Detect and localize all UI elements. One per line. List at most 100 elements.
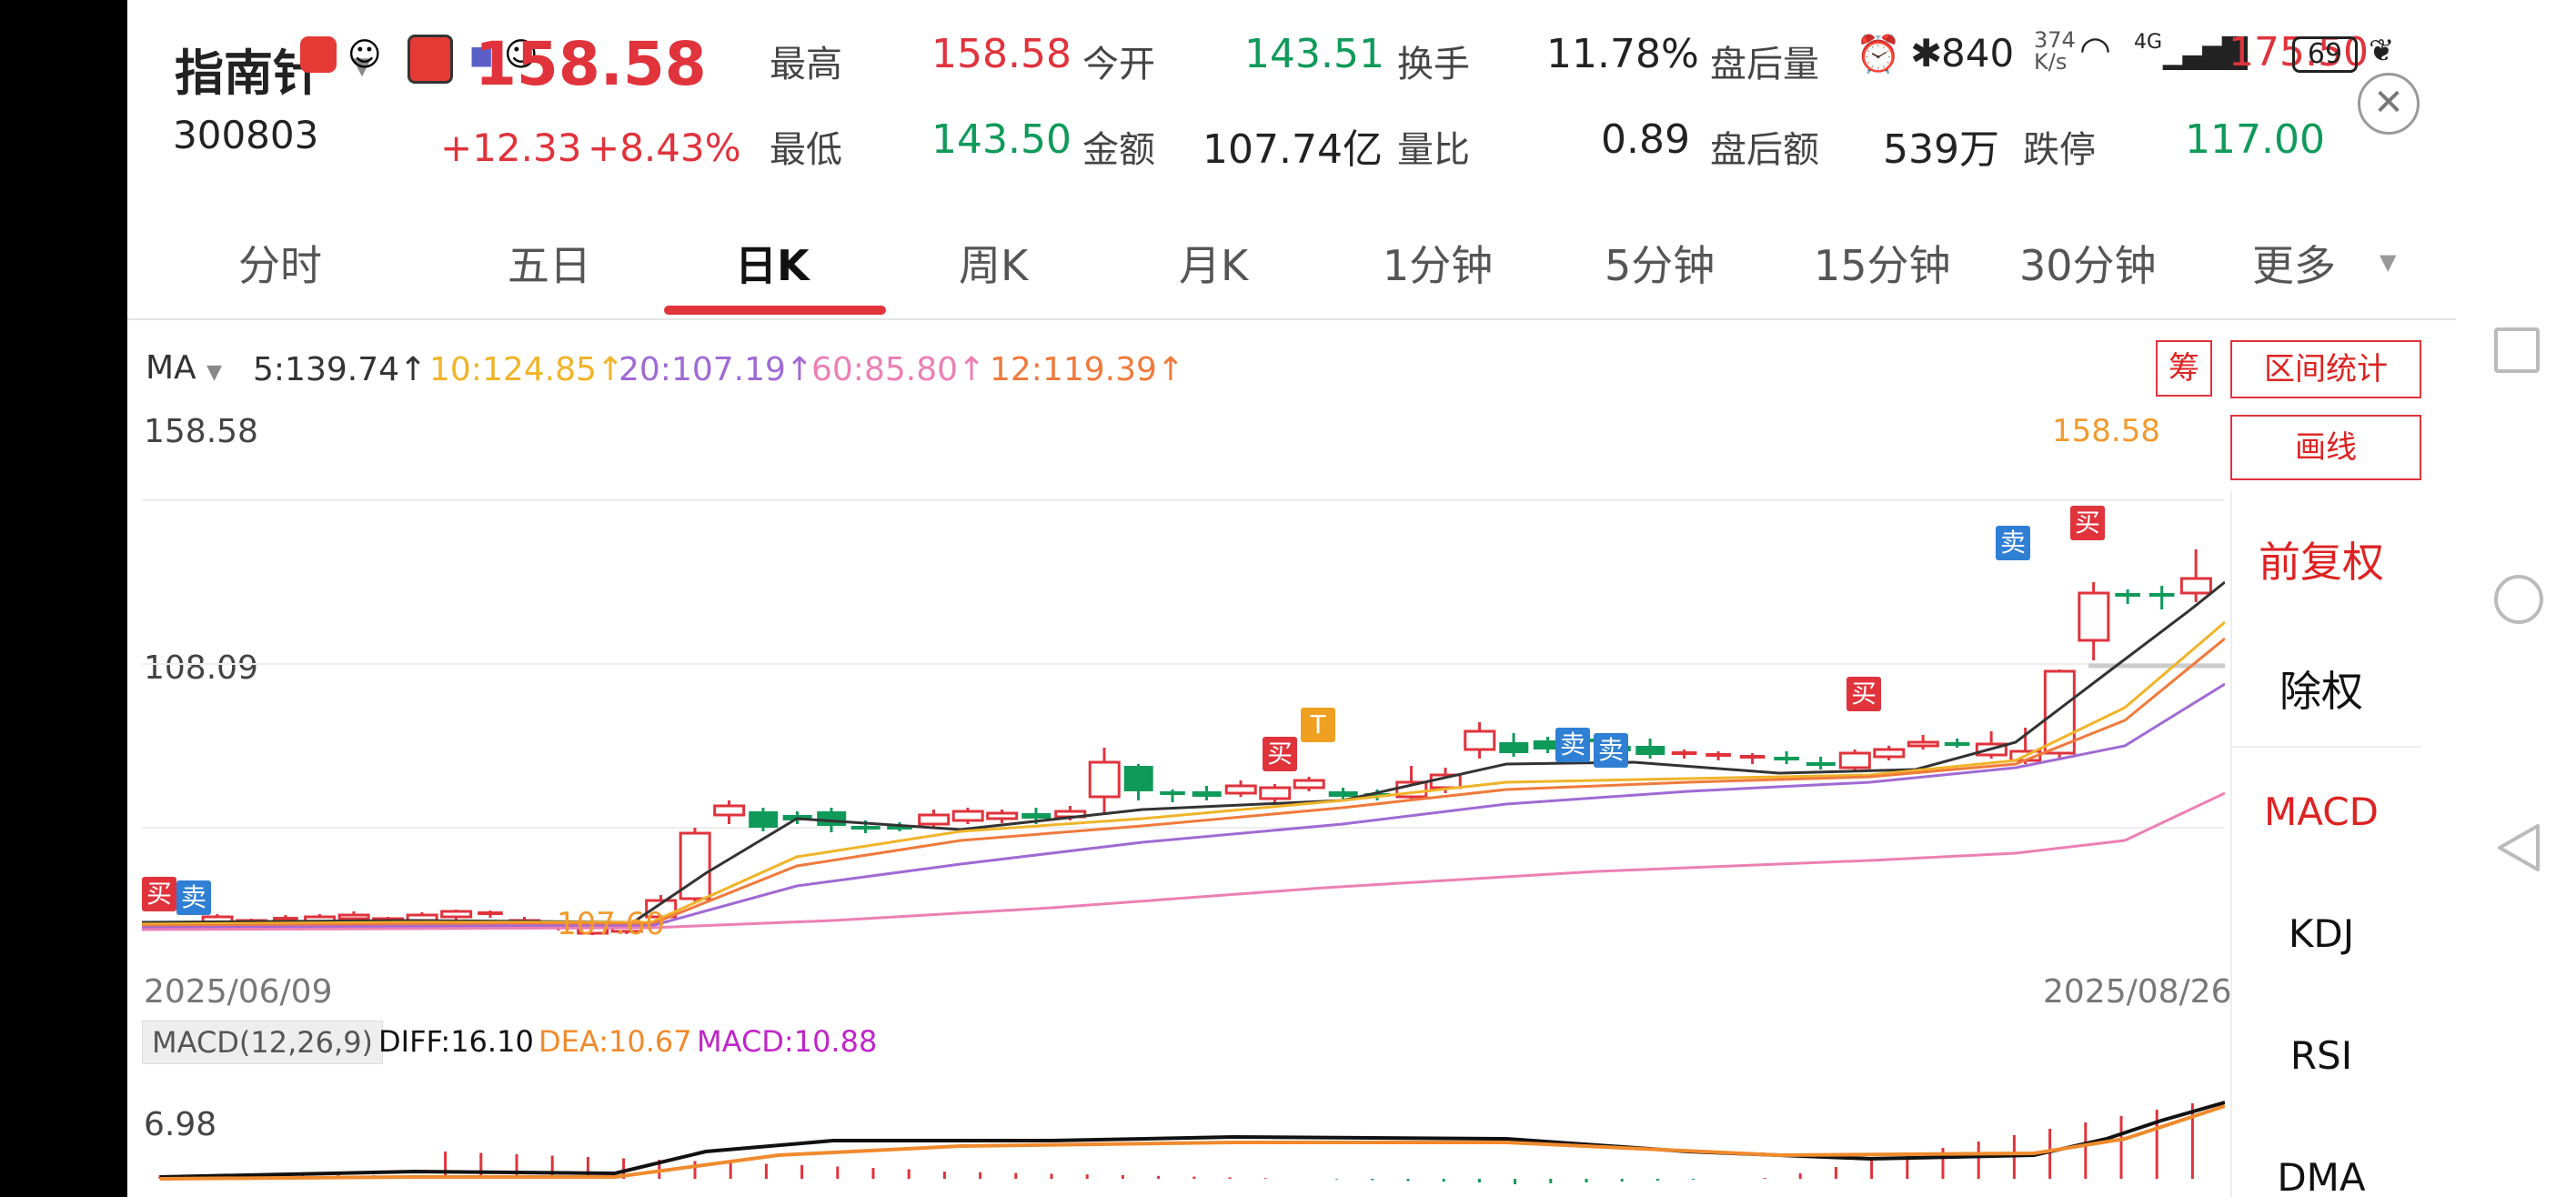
candle-body — [2043, 669, 2076, 755]
tab-1min[interactable]: 1分钟 — [1383, 233, 1493, 293]
stock-app-screen: ⏰ ✱ 840 374 K/s ◠ 4G ▁▃▅▇ 175.50 69 ❦ 指南… — [127, 0, 2456, 1197]
ma-selector[interactable]: MA ▼ — [146, 349, 222, 387]
draw-line-button[interactable]: 画线 — [2230, 415, 2421, 480]
ma-legend-item: 5:139.74↑ — [253, 351, 428, 388]
ma-line — [142, 637, 2225, 928]
indicator-macd[interactable]: MACD — [2230, 790, 2412, 834]
candle-body — [1806, 762, 1836, 766]
t-signal-tag[interactable]: T — [1301, 708, 1335, 742]
tab-more[interactable]: 更多 — [2252, 233, 2336, 293]
macd-diff-line — [159, 1101, 2225, 1179]
candle-body — [1021, 813, 1052, 819]
candle-body — [986, 811, 1019, 820]
tab-5min[interactable]: 5分钟 — [1605, 233, 1715, 293]
macd-diff: DIFF:16.10 — [378, 1024, 534, 1059]
quote-high-label: 最高 — [770, 44, 842, 86]
quote-after-amount-value: 539万 — [1883, 126, 1999, 173]
candle-body — [1464, 729, 1496, 751]
candle-body — [850, 826, 880, 830]
candle-body — [1499, 742, 1529, 753]
battery-indicator: 69 — [2292, 36, 2358, 73]
sell-signal-tag[interactable]: 卖 — [1555, 728, 1590, 762]
tabs-divider — [127, 318, 2456, 320]
candle-body — [951, 810, 984, 822]
tab-monthly-k[interactable]: 月K — [1179, 233, 1248, 293]
macd-chart — [158, 1101, 2225, 1184]
more-dropdown-icon[interactable]: ▼ — [2380, 249, 2396, 275]
close-button[interactable]: ✕ — [2358, 73, 2420, 135]
tab-five-day[interactable]: 五日 — [508, 233, 591, 293]
candle-body — [1635, 746, 1665, 755]
candlestick-chart[interactable] — [142, 400, 2225, 946]
candle-body — [1192, 791, 1222, 797]
chip-button[interactable]: 筹 — [2156, 340, 2212, 397]
date-start: 2025/06/09 — [144, 973, 333, 1011]
quote-limit-down-label: 跌停 — [2023, 129, 2096, 171]
back-button[interactable] — [2494, 822, 2543, 873]
indicator-dma[interactable]: DMA — [2230, 1155, 2412, 1197]
quote-high-value: 158.58 — [931, 31, 1072, 77]
buy-signal-tag[interactable]: 买 — [1263, 737, 1297, 771]
ma-legend-item: 60:85.80↑ — [811, 351, 986, 388]
buy-signal-tag[interactable]: 买 — [2070, 506, 2105, 540]
ma-line — [142, 580, 2225, 924]
candle-body — [713, 804, 746, 817]
price-change-pct: +8.43% — [588, 126, 741, 170]
candle-body — [1123, 766, 1153, 791]
home-button[interactable] — [2494, 575, 2543, 624]
ma-line — [142, 682, 2225, 930]
price-change: +12.33 — [440, 126, 582, 170]
indicator-rsi[interactable]: RSI — [2230, 1033, 2412, 1078]
candle-body — [337, 913, 370, 920]
quote-low-value: 143.50 — [931, 116, 1072, 163]
active-tab-indicator — [664, 306, 886, 315]
candle-body — [1328, 791, 1358, 797]
wifi-icon: ◠ — [2079, 29, 2111, 71]
macd-param-label[interactable]: MACD(12,26,9) — [142, 1021, 384, 1064]
chevron-down-icon: ▼ — [206, 361, 223, 384]
recent-apps-button[interactable] — [2494, 327, 2540, 373]
network-label: 4G — [2134, 31, 2163, 54]
macd-dea: DEA:10.67 — [538, 1024, 692, 1059]
tab-weekly-k[interactable]: 周K — [959, 233, 1028, 293]
ex-right-option[interactable]: 除权 — [2230, 659, 2412, 719]
quote-limit-down-value: 117.00 — [2185, 116, 2325, 163]
quote-volume-ratio-label: 量比 — [1397, 129, 1470, 171]
huawei-store-icon-2 — [408, 35, 453, 84]
indicator-kdj[interactable]: KDJ — [2230, 911, 2412, 956]
tab-30min[interactable]: 30分钟 — [2019, 233, 2157, 293]
quote-after-amount-label: 盘后额 — [1710, 129, 1819, 171]
macd-dea-line — [159, 1104, 2225, 1181]
ma-legend-item: 12:119.39↑ — [990, 351, 1185, 388]
sell-signal-tag[interactable]: 卖 — [176, 880, 211, 915]
candle-body — [2078, 591, 2110, 642]
quote-volume-ratio-value: 0.89 — [1601, 116, 1690, 163]
quote-open-label: 今开 — [1082, 44, 1155, 86]
side-divider — [2230, 746, 2421, 748]
ma-legend-item: 10:124.85↑ — [429, 351, 625, 388]
emoji-icon: ☺ — [347, 36, 382, 74]
candle-body — [749, 811, 779, 828]
candle-body — [440, 910, 473, 919]
forward-adjust-option[interactable]: 前复权 — [2230, 529, 2412, 589]
status-bar: ⏰ ✱ 840 374 K/s ◠ 4G ▁▃▅▇ 175.50 69 ❦ — [1856, 27, 2456, 82]
tab-daily-k[interactable]: 日K — [735, 233, 810, 293]
quote-turnover-value: 11.78% — [1546, 31, 1699, 77]
buy-signal-tag[interactable]: 买 — [1846, 677, 1881, 711]
buy-signal-tag[interactable]: 买 — [142, 877, 176, 911]
tab-15min[interactable]: 15分钟 — [1814, 233, 1951, 293]
quote-amount-value: 107.74亿 — [1202, 126, 1383, 173]
candle-body — [918, 813, 951, 826]
sell-signal-tag[interactable]: 卖 — [1996, 526, 2030, 560]
tab-intraday[interactable]: 分时 — [238, 233, 322, 293]
date-end: 2025/08/26 — [2043, 973, 2232, 1011]
low-price-marker: 107.60 — [557, 906, 665, 942]
candle-body — [1224, 784, 1257, 795]
sell-signal-tag[interactable]: 卖 — [1594, 733, 1628, 768]
candle-body — [817, 811, 847, 826]
candle-body — [1293, 779, 1325, 790]
quote-after-volume-label: 盘后量 — [1710, 44, 1819, 86]
quote-turnover-label: 换手 — [1397, 44, 1470, 86]
range-stats-button[interactable]: 区间统计 — [2230, 340, 2421, 398]
alarm-icon: ⏰ — [1856, 34, 1901, 75]
